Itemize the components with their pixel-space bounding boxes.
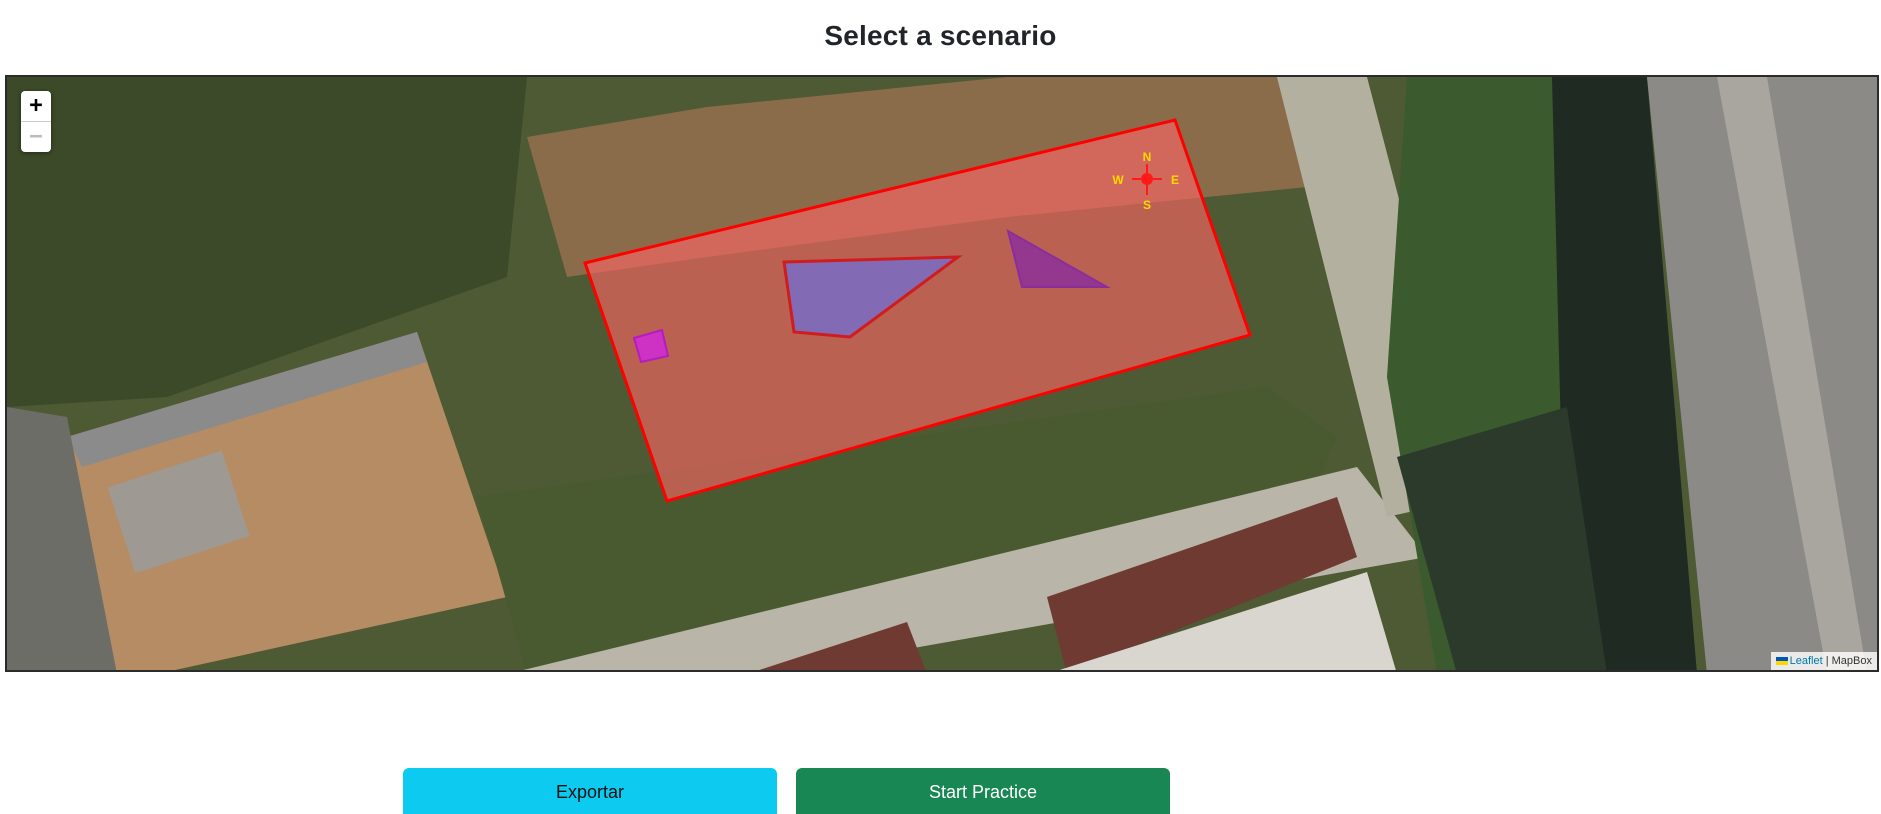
export-button[interactable]: Exportar [403,768,777,814]
map-attribution: Leaflet | MapBox [1770,652,1877,670]
satellite-imagery[interactable]: N S E W [7,77,1879,672]
satellite-map[interactable]: N S E W + − Leaflet | MapBox [5,75,1879,672]
zoom-in-button[interactable]: + [21,91,51,121]
compass-south-label: S [1143,198,1151,212]
attribution-provider: MapBox [1831,655,1872,667]
zoom-out-button[interactable]: − [21,121,51,152]
zoom-control: + − [21,91,51,152]
page-title: Select a scenario [824,20,1057,51]
ukraine-flag-icon [1775,657,1788,666]
attribution-separator: | [1822,655,1832,667]
compass-east-label: E [1171,173,1179,187]
compass-west-label: W [1112,173,1124,187]
leaflet-link[interactable]: Leaflet [1790,655,1823,667]
start-practice-button[interactable]: Start Practice [796,768,1170,814]
compass-north-label: N [1143,150,1152,164]
